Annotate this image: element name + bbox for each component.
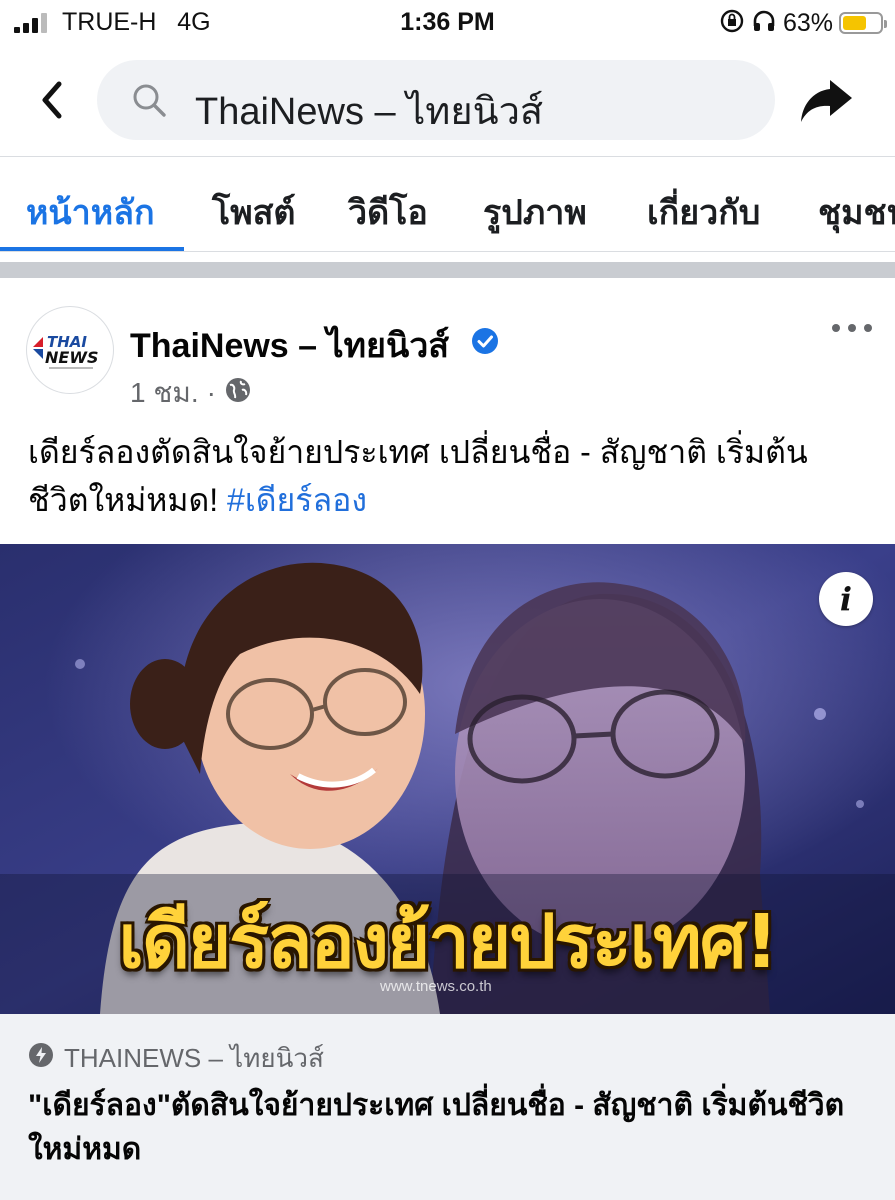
status-right-group: 63%: [719, 6, 887, 40]
post-timestamp[interactable]: 1 ชม.: [130, 371, 199, 415]
search-input[interactable]: ThaiNews – ไทยนิวส์: [97, 60, 775, 140]
verified-badge-icon: [471, 327, 499, 360]
image-watermark: www.tnews.co.th: [380, 978, 492, 995]
tab-videos[interactable]: วิดีโอ: [348, 185, 428, 239]
info-icon[interactable]: i: [819, 572, 873, 626]
tab-posts[interactable]: โพสต์: [212, 185, 296, 239]
orientation-lock-icon: [719, 8, 745, 39]
meta-separator: ·: [206, 377, 216, 408]
thainews-logo: THAI NEWS: [33, 333, 99, 369]
link-preview[interactable]: THAINEWS – ไทยนิวส์ "เดียร์ลอง"ตัดสินใจย…: [0, 1014, 895, 1200]
tabs-divider: [0, 251, 895, 252]
headphones-icon: [751, 8, 777, 39]
more-options-button[interactable]: [832, 316, 872, 340]
page-tabs: หน้าหลัก โพสต์ วิดีโอ รูปภาพ เกี่ยวกับ ช…: [0, 157, 895, 252]
tab-community[interactable]: ชุมชน: [818, 185, 895, 239]
hashtag-link[interactable]: #เดียร์ลอง: [227, 482, 367, 518]
link-source-label: THAINEWS – ไทยนิวส์: [64, 1043, 324, 1073]
share-button[interactable]: [798, 76, 856, 126]
post-body: เดียร์ลองตัดสินใจย้ายประเทศ เปลี่ยนชื่อ …: [28, 434, 808, 518]
status-bar: TRUE-H 4G 1:36 PM 63%: [0, 0, 895, 46]
share-icon: [801, 80, 852, 122]
post-text: เดียร์ลองตัดสินใจย้ายประเทศ เปลี่ยนชื่อ …: [28, 428, 868, 524]
page-avatar[interactable]: THAI NEWS: [26, 306, 114, 394]
page-name-link[interactable]: ThaiNews – ไทยนิวส์: [130, 318, 449, 372]
tab-home[interactable]: หน้าหลัก: [26, 185, 155, 239]
instant-article-bolt-icon: [28, 1042, 54, 1075]
link-source: THAINEWS – ไทยนิวส์: [28, 1038, 324, 1079]
search-header: ThaiNews – ไทยนิวส์: [0, 56, 895, 144]
battery-icon: [839, 12, 887, 34]
link-title: "เดียร์ลอง"ตัดสินใจย้ายประเทศ เปลี่ยนชื่…: [28, 1089, 845, 1166]
globe-icon: [224, 376, 252, 411]
svg-text:NEWS: NEWS: [45, 348, 99, 367]
post-image[interactable]: เดียร์ลองย้ายประเทศ! www.tnews.co.th i: [0, 544, 895, 1014]
battery-fill: [843, 16, 867, 30]
back-button[interactable]: [30, 76, 74, 124]
post-meta: 1 ชม. ·: [130, 371, 252, 415]
section-separator: [0, 262, 895, 278]
search-icon: [131, 82, 167, 123]
battery-percent: 63%: [782, 8, 833, 37]
back-chevron-icon: [42, 81, 62, 119]
tab-photos[interactable]: รูปภาพ: [483, 185, 587, 239]
tab-about[interactable]: เกี่ยวกับ: [647, 185, 760, 239]
search-query: ThaiNews – ไทยนิวส์: [195, 91, 544, 133]
